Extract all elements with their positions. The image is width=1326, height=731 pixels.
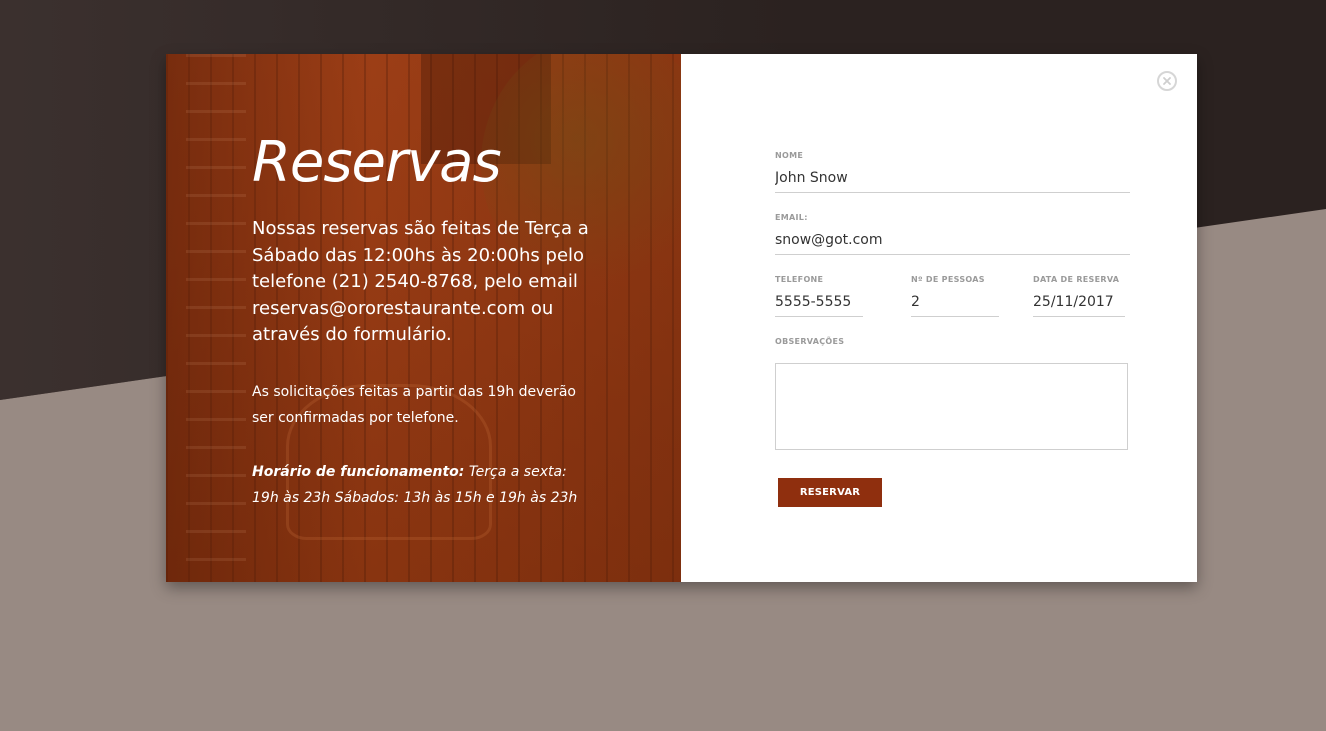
observacoes-field-group: OBSERVAÇÕES bbox=[775, 336, 1128, 450]
nome-label: NOME bbox=[775, 151, 804, 160]
close-button[interactable] bbox=[1157, 71, 1177, 91]
nome-field-group: NOME bbox=[775, 150, 1130, 193]
nome-input[interactable] bbox=[775, 166, 1130, 193]
opening-hours: Horário de funcionamento: Terça a sexta:… bbox=[252, 459, 592, 512]
confirmation-note: As solicitações feitas a partir das 19h … bbox=[252, 383, 576, 427]
data-input[interactable] bbox=[1033, 290, 1125, 317]
reservation-modal: Reservas Nossas reservas são feitas de T… bbox=[166, 54, 1197, 582]
pessoas-input[interactable] bbox=[911, 290, 999, 317]
email-field-group: EMAIL: bbox=[775, 212, 1130, 255]
telefone-input[interactable] bbox=[775, 290, 863, 317]
email-label: EMAIL: bbox=[775, 213, 808, 222]
page-title: Reservas bbox=[252, 130, 502, 195]
form-panel: NOME EMAIL: TELEFONE Nº DE PESSOAS DATA … bbox=[681, 54, 1197, 582]
pessoas-field-group: Nº DE PESSOAS bbox=[911, 274, 999, 317]
email-input[interactable] bbox=[775, 228, 1130, 255]
telefone-label: TELEFONE bbox=[775, 275, 824, 284]
info-content: Reservas Nossas reservas são feitas de T… bbox=[252, 130, 592, 512]
data-label: DATA DE RESERVA bbox=[1033, 275, 1120, 284]
reservation-info-text: Nossas reservas são feitas de Terça a Sá… bbox=[252, 218, 589, 345]
data-field-group: DATA DE RESERVA bbox=[1033, 274, 1125, 317]
observacoes-textarea[interactable] bbox=[775, 363, 1128, 450]
reservar-button[interactable]: RESERVAR bbox=[778, 478, 882, 507]
observacoes-label: OBSERVAÇÕES bbox=[775, 337, 845, 346]
telefone-field-group: TELEFONE bbox=[775, 274, 863, 317]
info-panel: Reservas Nossas reservas são feitas de T… bbox=[166, 54, 681, 582]
pessoas-label: Nº DE PESSOAS bbox=[911, 275, 985, 284]
opening-hours-label: Horário de funcionamento: bbox=[252, 463, 465, 480]
background-photo-shelf bbox=[186, 54, 246, 582]
close-icon bbox=[1163, 77, 1171, 85]
